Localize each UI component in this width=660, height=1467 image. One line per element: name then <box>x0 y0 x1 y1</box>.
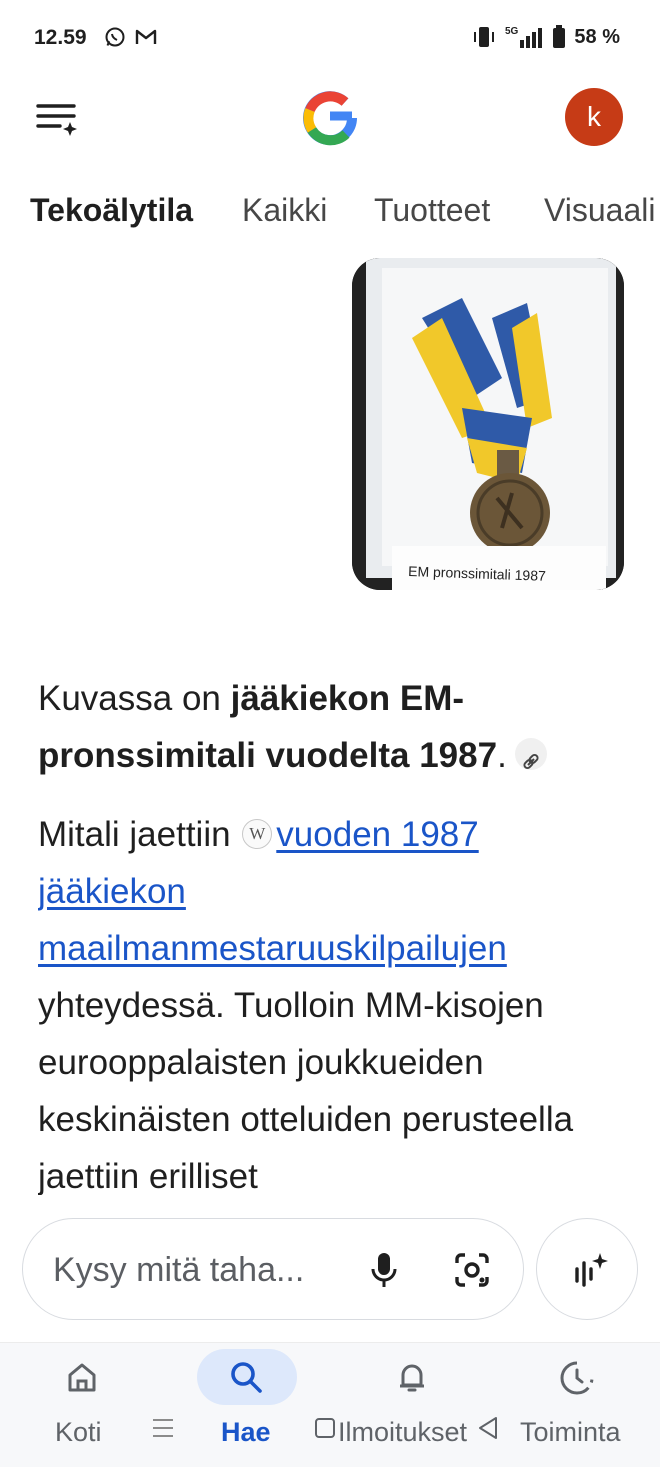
back-icon <box>479 1417 497 1439</box>
svg-text:5G: 5G <box>505 26 519 37</box>
avatar-letter: k <box>587 101 601 132</box>
nav-notifications[interactable]: Ilmoitukset <box>330 1343 490 1467</box>
status-time: 12.59 <box>34 26 87 49</box>
nav-activity-label: Toiminta <box>520 1417 621 1447</box>
search-placeholder: Kysy mitä taha... <box>53 1251 305 1289</box>
nav-search-label: Hae <box>221 1417 271 1447</box>
status-bar: 12.59 5G 58 % <box>0 0 660 78</box>
bell-icon <box>400 1364 424 1392</box>
tab-kaikki[interactable]: Kaikki <box>242 192 327 229</box>
whatsapp-icon <box>105 27 125 47</box>
wikipedia-icon: W <box>242 818 273 849</box>
signal-icon: 5G <box>505 26 543 48</box>
battery-icon <box>553 25 566 48</box>
answer-text: yhteydessä. Tuolloin MM-kisojen eurooppa… <box>38 986 574 1195</box>
link-icon <box>523 753 539 769</box>
battery-percent: 58 % <box>574 25 620 48</box>
home-icon <box>68 1363 96 1392</box>
ai-answer: Kuvassa on jääkiekon EM-pronssimitali vu… <box>38 670 628 1195</box>
answer-text-end: . <box>497 736 507 775</box>
menu-sparkle-icon <box>36 104 77 136</box>
query-image[interactable]: EM pronssimitali 1987 <box>352 258 624 590</box>
tab-tekoalytila[interactable]: Tekoälytila <box>30 192 193 229</box>
tab-visuaali[interactable]: Visuaali <box>544 192 655 229</box>
mic-icon <box>371 1253 397 1287</box>
account-avatar[interactable]: k <box>565 88 623 146</box>
status-right: 5G 58 % <box>472 24 620 50</box>
nav-home-label: Koti <box>55 1417 102 1447</box>
menu-button[interactable] <box>34 98 82 138</box>
nav-notifications-label: Ilmoitukset <box>338 1417 468 1447</box>
answer-paragraph-2: Mitali jaettiin Wvuoden 1987 jääkiekon m… <box>38 806 628 1195</box>
answer-text: Mitali jaettiin <box>38 815 241 854</box>
lens-button[interactable] <box>451 1249 493 1291</box>
bottom-navigation: Koti Hae Ilmoitukset Toiminta <box>0 1342 660 1467</box>
nav-home[interactable]: Koti <box>0 1343 150 1467</box>
vibrate-icon <box>474 27 495 47</box>
search-tabs: Tekoälytila Kaikki Tuotteet Visuaali <box>0 186 660 242</box>
recent-apps-button[interactable] <box>150 1415 176 1446</box>
answer-paragraph-1: Kuvassa on jääkiekon EM-pronssimitali vu… <box>38 670 628 784</box>
ai-mode-voice-button[interactable] <box>536 1218 638 1320</box>
back-system-button[interactable] <box>476 1415 500 1446</box>
google-logo[interactable] <box>300 88 360 148</box>
recents-icon <box>153 1419 173 1437</box>
nav-search[interactable]: Hae <box>190 1343 304 1467</box>
camera-lens-icon <box>455 1253 489 1287</box>
tab-tuotteet[interactable]: Tuotteet <box>374 192 490 229</box>
ai-sparkle-icon <box>575 1253 608 1287</box>
search-icon <box>231 1362 262 1393</box>
nav-activity[interactable]: Toiminta <box>504 1343 654 1467</box>
notification-icons <box>104 26 158 48</box>
activity-icon <box>560 1361 594 1395</box>
voice-search-button[interactable] <box>363 1249 405 1291</box>
search-input[interactable]: Kysy mitä taha... <box>22 1218 524 1320</box>
source-link-button[interactable] <box>514 737 547 770</box>
answer-text: Kuvassa on <box>38 679 231 718</box>
medal-photo: EM pronssimitali 1987 <box>352 258 624 590</box>
app-header: k <box>0 82 660 154</box>
google-g-icon <box>303 91 358 146</box>
gmail-icon <box>135 29 157 44</box>
